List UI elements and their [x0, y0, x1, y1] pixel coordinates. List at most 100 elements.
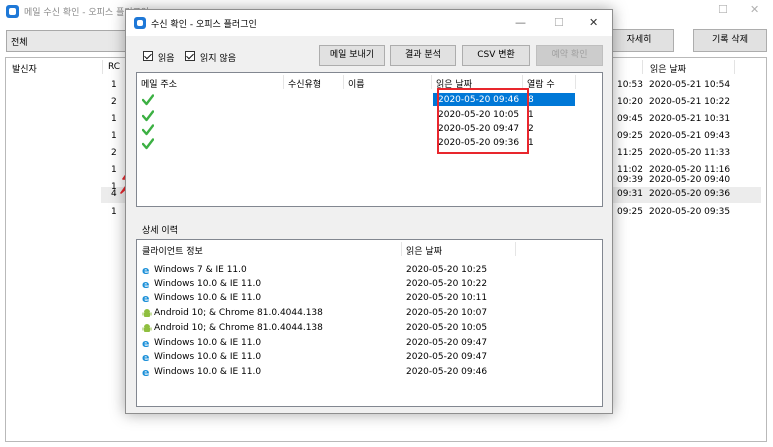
- column-header-recipient-type[interactable]: 수신유형: [288, 77, 321, 90]
- minimize-icon[interactable]: —: [515, 16, 526, 29]
- svg-text:e: e: [142, 265, 149, 275]
- ie-icon: e: [142, 338, 149, 348]
- analyze-results-button[interactable]: 결과 분석: [390, 45, 456, 66]
- history-label: 상세 이력: [142, 226, 178, 236]
- time-cell: 09:39: [617, 175, 643, 185]
- dialog-titlebar: 수신 확인 - 오피스 플러그인 — ☐ ✕: [126, 10, 612, 36]
- history-date-cell: 2020-05-20 10:11: [406, 293, 488, 303]
- column-header-name[interactable]: 이름: [348, 77, 365, 90]
- column-divider: [283, 75, 284, 89]
- filter-select[interactable]: 전체: [6, 30, 126, 52]
- history-list[interactable]: 클라이언트 정보 읽은 날짜 e Windows 7 & IE 11.0 202…: [136, 239, 603, 407]
- app-icon: [134, 17, 146, 29]
- read-date-cell: 2020-05-21 10:31: [649, 114, 731, 124]
- client-info-cell: Android 10; & Chrome 81.0.4044.138: [154, 308, 323, 318]
- read-date-cell: 2020-05-21 09:43: [649, 131, 731, 141]
- android-icon: [142, 309, 152, 317]
- android-icon: [142, 324, 152, 332]
- column-divider: [642, 60, 643, 74]
- minimize-icon[interactable]: ☐: [718, 3, 728, 16]
- rc-value: 1: [111, 114, 117, 124]
- column-header-read-date[interactable]: 읽은 날짜: [650, 62, 686, 75]
- client-info-cell: Android 10; & Chrome 81.0.4044.138: [154, 323, 323, 333]
- ie-icon: e: [142, 265, 149, 275]
- read-check-icon: [142, 138, 154, 150]
- column-divider: [102, 60, 103, 74]
- history-date-cell: 2020-05-20 09:47: [406, 338, 488, 348]
- column-header-rc[interactable]: RC: [108, 62, 120, 72]
- column-divider: [343, 75, 344, 89]
- time-cell: 09:25: [617, 207, 643, 217]
- close-icon[interactable]: ✕: [589, 16, 598, 29]
- read-date-cell: 2020-05-21 10:54: [649, 80, 731, 90]
- rc-value: 1: [111, 80, 117, 90]
- time-cell: 09:31: [617, 189, 643, 199]
- history-date-cell: 2020-05-20 09:47: [406, 352, 488, 362]
- history-date-cell: 2020-05-20 10:05: [406, 323, 488, 333]
- column-divider: [575, 75, 576, 89]
- svg-text:e: e: [142, 279, 149, 289]
- read-check-icon: [142, 124, 154, 136]
- rc-value: 1: [111, 131, 117, 141]
- csv-export-button[interactable]: CSV 변환: [462, 45, 530, 66]
- client-info-cell: Windows 10.0 & IE 11.0: [154, 293, 262, 303]
- recipient-list[interactable]: 메일 주소 수신유형 이름 읽은 날짜 열람 수 2020-05-20 09:4…: [136, 72, 603, 207]
- read-date-cell: 2020-05-20 11:16: [649, 165, 731, 175]
- client-info-cell: Windows 10.0 & IE 11.0: [154, 338, 262, 348]
- app-icon: [6, 5, 19, 18]
- column-header-sender[interactable]: 발신자: [12, 62, 37, 75]
- read-checkbox[interactable]: [143, 51, 153, 61]
- schedule-check-button[interactable]: 예약 확인: [536, 45, 603, 66]
- column-divider: [515, 242, 516, 256]
- column-divider: [734, 60, 735, 74]
- read-checkbox-label[interactable]: 읽음: [158, 51, 175, 64]
- read-date-cell: 2020-05-20 09:40: [649, 175, 731, 185]
- column-divider: [431, 75, 432, 89]
- dialog-title: 수신 확인 - 오피스 플러그인: [151, 20, 257, 30]
- client-info-cell: Windows 10.0 & IE 11.0: [154, 279, 262, 289]
- column-header-open-count[interactable]: 열람 수: [527, 77, 555, 90]
- ie-icon: e: [142, 279, 149, 289]
- history-date-cell: 2020-05-20 10:22: [406, 279, 488, 289]
- column-header-read-date[interactable]: 읽은 날짜: [406, 244, 442, 257]
- history-date-cell: 2020-05-20 09:46: [406, 367, 488, 377]
- time-cell: 10:53: [617, 80, 643, 90]
- read-check-icon: [142, 94, 154, 106]
- details-button[interactable]: 자세히: [604, 29, 674, 52]
- maximize-icon[interactable]: ☐: [554, 16, 564, 29]
- column-divider: [401, 242, 402, 256]
- column-header-client[interactable]: 클라이언트 정보: [142, 244, 203, 257]
- rc-value: 1: [111, 165, 117, 175]
- send-mail-button[interactable]: 메일 보내기: [319, 45, 385, 66]
- read-date-cell: 2020-05-20 11:33: [649, 148, 731, 158]
- delete-log-button[interactable]: 기록 삭제: [693, 29, 767, 52]
- highlight-box: [437, 88, 529, 154]
- time-cell: 11:25: [617, 148, 643, 158]
- client-info-cell: Windows 10.0 & IE 11.0: [154, 352, 262, 362]
- rc-value: 2: [111, 97, 117, 107]
- history-date-cell: 2020-05-20 10:25: [406, 265, 488, 275]
- time-cell: 10:20: [617, 97, 643, 107]
- svg-text:e: e: [142, 293, 149, 303]
- close-icon[interactable]: ✕: [750, 3, 759, 16]
- column-header-address[interactable]: 메일 주소: [141, 77, 177, 90]
- time-cell: 09:45: [617, 114, 643, 124]
- read-date-cell: 2020-05-20 09:36: [649, 189, 731, 199]
- read-date-cell: 2020-05-21 10:22: [649, 97, 731, 107]
- column-divider: [522, 75, 523, 89]
- unread-checkbox[interactable]: [185, 51, 195, 61]
- rc-value: 4: [111, 189, 117, 199]
- read-date-cell: 2020-05-20 09:35: [649, 207, 731, 217]
- svg-text:e: e: [142, 352, 149, 362]
- client-info-cell: Windows 7 & IE 11.0: [154, 265, 247, 275]
- unread-checkbox-label[interactable]: 읽지 않음: [200, 51, 236, 64]
- ie-icon: e: [142, 352, 149, 362]
- rc-value: 2: [111, 148, 117, 158]
- time-cell: 09:25: [617, 131, 643, 141]
- read-check-icon: [142, 110, 154, 122]
- svg-text:e: e: [142, 367, 149, 377]
- ie-icon: e: [142, 293, 149, 303]
- read-receipt-dialog: 수신 확인 - 오피스 플러그인 — ☐ ✕ 읽음 읽지 않음 메일 보내기 결…: [125, 9, 613, 414]
- svg-text:e: e: [142, 338, 149, 348]
- time-cell: 11:02: [617, 165, 643, 175]
